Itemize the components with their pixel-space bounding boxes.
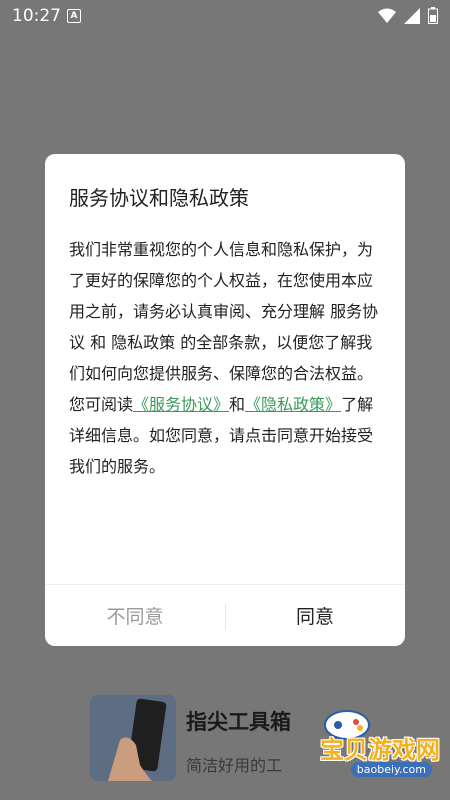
dialog-title: 服务协议和隐私政策 bbox=[69, 186, 249, 210]
agreement-dialog: 服务协议和隐私政策 我们非常重视您的个人信息和隐私保护，为了更好的保障您的个人权… bbox=[45, 154, 405, 646]
status-icons bbox=[378, 7, 438, 24]
disagree-button[interactable]: 不同意 bbox=[45, 598, 225, 636]
service-agreement-link[interactable]: 《服务协议》 bbox=[133, 395, 229, 414]
battery-icon bbox=[428, 7, 438, 24]
app-title: 指尖工具箱 bbox=[186, 710, 291, 734]
app-subtitle: 简洁好用的工 bbox=[186, 756, 283, 775]
background-app-card: 指尖工具箱 简洁好用的工 宝贝游戏网 baobeiy.com bbox=[0, 680, 450, 800]
watermark-text: 宝贝游戏网 bbox=[320, 736, 440, 764]
signal-icon bbox=[404, 7, 420, 24]
body-text-part1: 我们非常重视您的个人信息和隐私保护，为了更好的保障您的个人权益，在您使用本应用之… bbox=[69, 240, 379, 414]
a-notification-icon: A bbox=[67, 9, 81, 23]
status-time: 10:27 bbox=[12, 6, 61, 26]
phone-in-hand-image bbox=[90, 695, 176, 781]
status-bar: 10:27 A bbox=[0, 0, 450, 32]
wifi-icon bbox=[378, 8, 396, 23]
privacy-policy-link[interactable]: 《隐私政策》 bbox=[245, 395, 341, 414]
watermark: 宝贝游戏网 baobeiy.com bbox=[300, 700, 450, 782]
dialog-divider bbox=[45, 584, 405, 585]
app-thumbnail bbox=[90, 695, 176, 781]
body-text-and: 和 bbox=[229, 395, 246, 414]
watermark-url: baobeiy.com bbox=[350, 762, 432, 777]
dialog-body: 我们非常重视您的个人信息和隐私保护，为了更好的保障您的个人权益，在您使用本应用之… bbox=[69, 234, 381, 482]
agree-button[interactable]: 同意 bbox=[225, 598, 405, 636]
